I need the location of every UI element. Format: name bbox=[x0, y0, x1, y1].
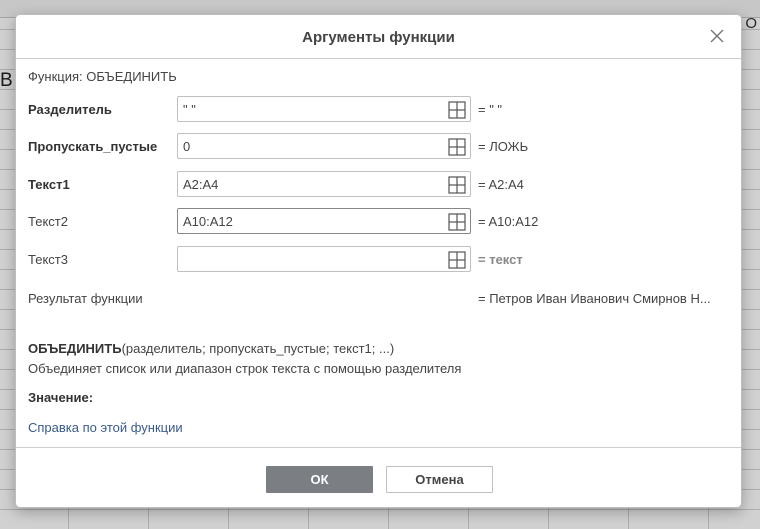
close-button[interactable] bbox=[708, 27, 726, 45]
arg-evaluated-value: = A2:A4 bbox=[478, 177, 524, 192]
arg-row-text3: Текст3 = текст bbox=[28, 246, 728, 272]
range-select-button[interactable] bbox=[448, 101, 466, 119]
arg-label: Текст1 bbox=[28, 177, 70, 192]
arg-evaluated-value: = " " bbox=[478, 102, 503, 117]
arg-input-box bbox=[177, 171, 471, 197]
function-syntax: ОБЪЕДИНИТЬ(разделитель; пропускать_пусты… bbox=[28, 341, 394, 356]
result-value: = Петров Иван Иванович Смирнов Н... bbox=[478, 291, 711, 306]
range-select-icon bbox=[448, 176, 466, 194]
close-icon bbox=[710, 29, 724, 43]
arg-input-box bbox=[177, 246, 471, 272]
range-select-icon bbox=[448, 251, 466, 269]
skip-empty-input[interactable] bbox=[183, 139, 441, 154]
separator-input[interactable] bbox=[183, 102, 441, 117]
arg-row-text2: Текст2 = A10:A12 bbox=[28, 208, 728, 234]
text3-input[interactable] bbox=[183, 252, 441, 267]
function-name: Функция: ОБЪЕДИНИТЬ bbox=[28, 69, 177, 84]
range-select-button[interactable] bbox=[448, 138, 466, 156]
arg-label: Пропускать_пустые bbox=[28, 139, 158, 154]
text1-input[interactable] bbox=[183, 177, 441, 192]
value-label: Значение: bbox=[28, 390, 94, 405]
arg-evaluated-value: = текст bbox=[478, 252, 523, 267]
arg-label: Текст2 bbox=[28, 214, 68, 229]
range-select-icon bbox=[448, 101, 466, 119]
arg-input-box bbox=[177, 133, 471, 159]
range-select-button[interactable] bbox=[448, 251, 466, 269]
result-label: Результат функции bbox=[28, 291, 143, 306]
arg-input-box bbox=[177, 208, 471, 234]
arg-evaluated-value: = A10:A12 bbox=[478, 214, 539, 229]
text2-input[interactable] bbox=[183, 214, 441, 229]
dialog-title-bar: Аргументы функции bbox=[16, 15, 741, 59]
range-select-button[interactable] bbox=[448, 213, 466, 231]
arg-label: Текст3 bbox=[28, 252, 68, 267]
help-link[interactable]: Справка по этой функции bbox=[28, 420, 183, 435]
arg-label: Разделитель bbox=[28, 102, 112, 117]
range-select-button[interactable] bbox=[448, 176, 466, 194]
dialog-title: Аргументы функции bbox=[302, 29, 455, 46]
arg-input-box bbox=[177, 96, 471, 122]
cancel-button[interactable]: Отмена bbox=[386, 466, 493, 493]
syntax-function-name: ОБЪЕДИНИТЬ bbox=[28, 341, 122, 356]
arg-evaluated-value: = ЛОЖЬ bbox=[478, 139, 529, 154]
function-arguments-dialog: Аргументы функции Функция: ОБЪЕДИНИТЬ Ра… bbox=[15, 14, 742, 508]
range-select-icon bbox=[448, 213, 466, 231]
range-select-icon bbox=[448, 138, 466, 156]
syntax-arguments: (разделитель; пропускать_пустые; текст1;… bbox=[121, 341, 395, 356]
footer-divider bbox=[16, 447, 741, 448]
arg-row-separator: Разделитель = " " bbox=[28, 96, 728, 122]
ok-button[interactable]: ОК bbox=[266, 466, 373, 493]
arg-row-text1: Текст1 = A2:A4 bbox=[28, 171, 728, 197]
function-description: Объединяет список или диапазон строк тек… bbox=[28, 361, 462, 376]
arg-row-skip-empty: Пропускать_пустые = ЛОЖЬ bbox=[28, 133, 728, 159]
